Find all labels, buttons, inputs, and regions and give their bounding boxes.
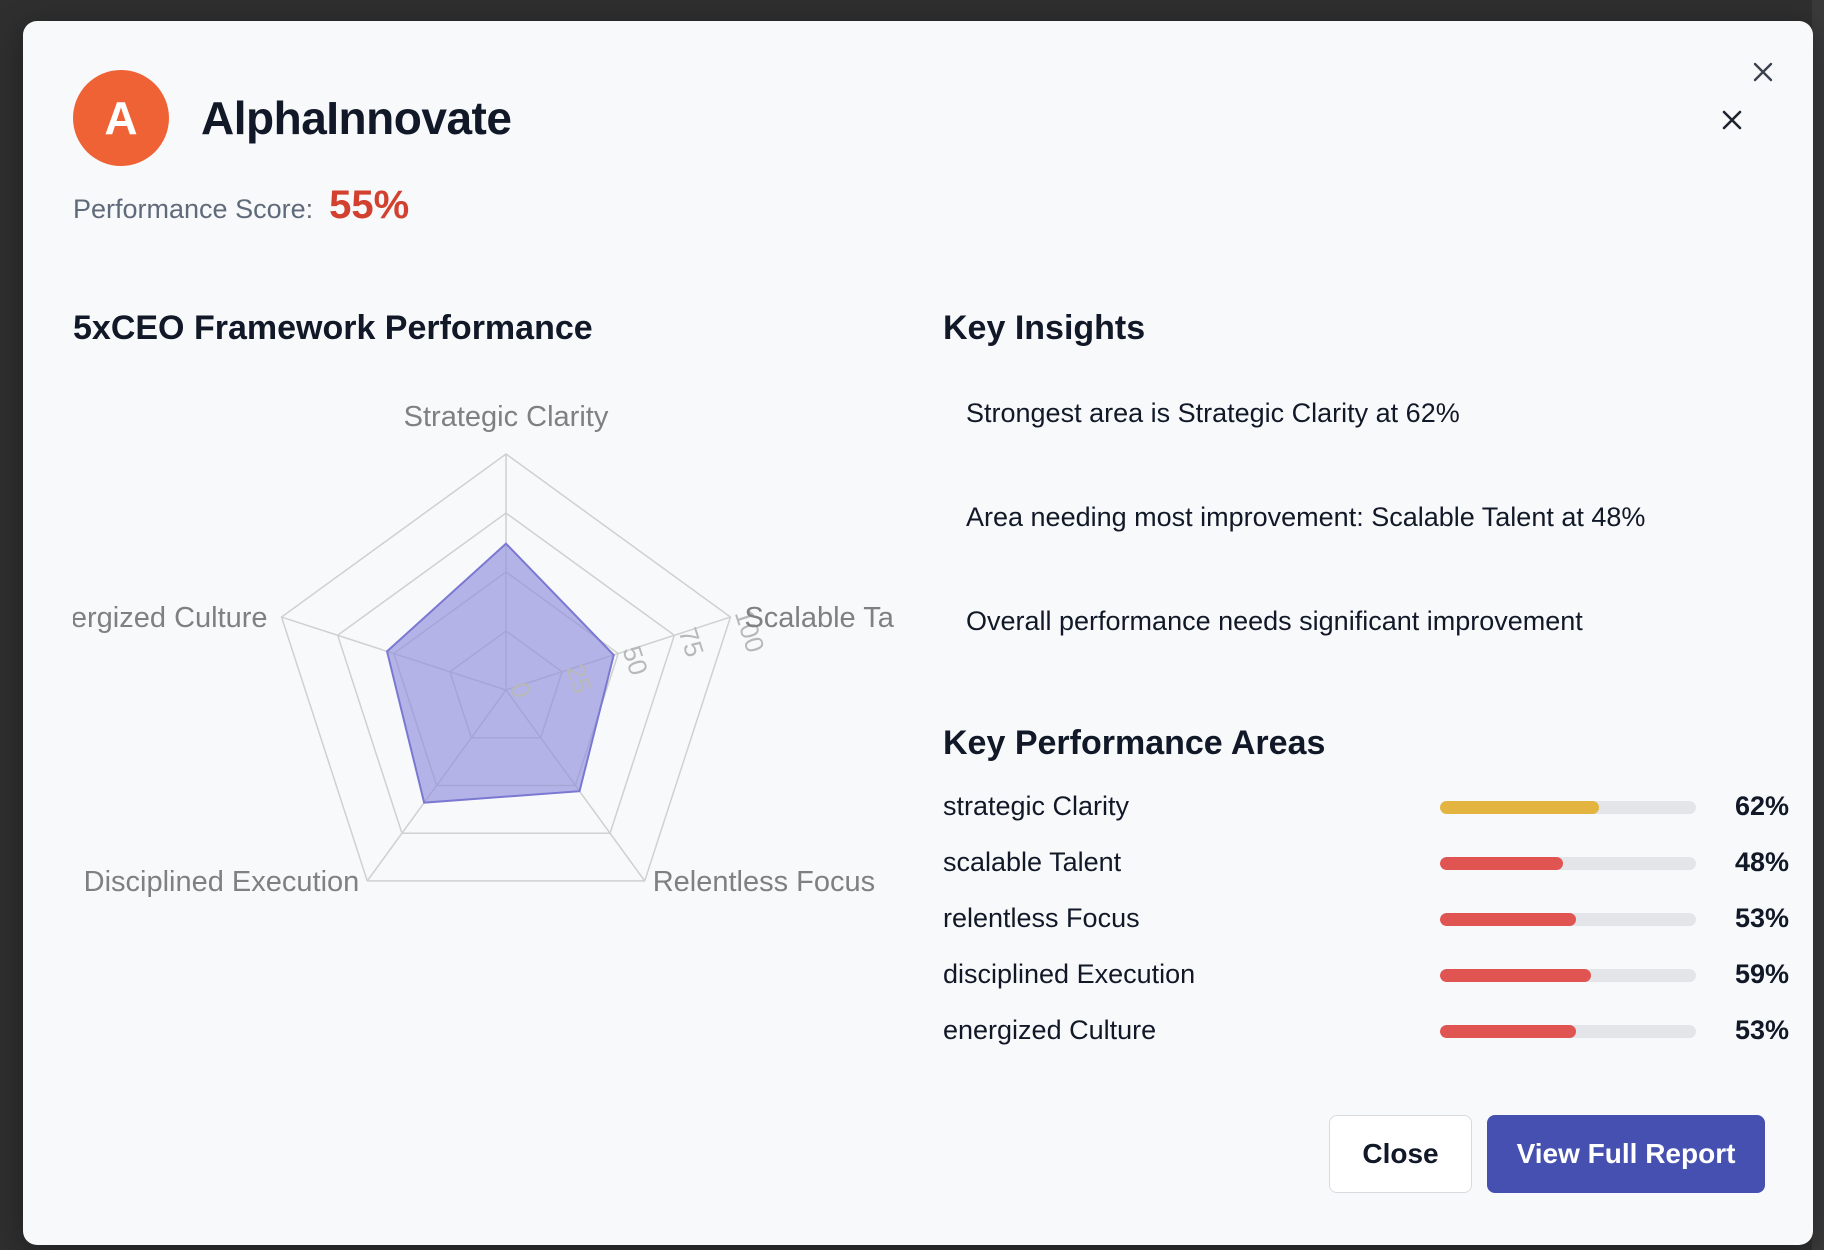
company-detail-modal: A AlphaInnovate Performance Score: 55% 5… — [23, 21, 1813, 1245]
performance-area-row: scalable Talent 48% — [943, 844, 1789, 900]
company-name: AlphaInnovate — [201, 92, 512, 144]
area-progress-track — [1440, 913, 1696, 926]
area-label: relentless Focus — [943, 903, 1140, 933]
performance-score-value: 55% — [329, 183, 410, 227]
radar-axis-label: Energized Culture — [73, 602, 268, 634]
radar-scale-tick: 50 — [617, 642, 654, 679]
performance-area-row: disciplined Execution 59% — [943, 956, 1789, 1012]
area-percent: 53% — [1734, 1015, 1789, 1045]
area-percent: 62% — [1734, 791, 1789, 821]
radar-chart: 0255075100Strategic ClarityScalable Tale… — [73, 381, 895, 921]
radar-axis-label: Scalable Talent — [744, 602, 895, 634]
area-percent: 53% — [1734, 903, 1789, 933]
area-progress-fill — [1440, 857, 1563, 870]
performance-area-row: relentless Focus 53% — [943, 900, 1789, 956]
area-progress-track — [1440, 801, 1696, 814]
area-label: scalable Talent — [943, 847, 1122, 877]
radar-axis-label: Relentless Focus — [653, 866, 875, 898]
radar-axis-label: Strategic Clarity — [404, 401, 609, 433]
area-label: energized Culture — [943, 1015, 1157, 1045]
radar-chart-svg: 0255075100Strategic ClarityScalable Tale… — [73, 401, 895, 898]
close-icon[interactable] — [1714, 102, 1750, 138]
area-progress-track — [1440, 1025, 1696, 1038]
performance-score-label: Performance Score: — [73, 194, 314, 224]
area-label: strategic Clarity — [943, 791, 1130, 821]
close-button[interactable]: Close — [1329, 1115, 1472, 1193]
performance-areas-title: Key Performance Areas — [943, 724, 1326, 762]
insight-item: Strongest area is Strategic Clarity at 6… — [966, 398, 1460, 428]
insight-item: Overall performance needs significant im… — [966, 606, 1583, 636]
performance-areas-list: strategic Clarity 62% scalable Talent 48… — [943, 788, 1789, 1068]
view-full-report-button[interactable]: View Full Report — [1487, 1115, 1765, 1193]
area-percent: 59% — [1734, 959, 1789, 989]
area-percent: 48% — [1734, 847, 1789, 877]
area-progress-track — [1440, 969, 1696, 982]
performance-score: Performance Score: 55% — [73, 183, 409, 228]
insight-item: Area needing most improvement: Scalable … — [966, 502, 1646, 532]
area-progress-fill — [1440, 913, 1576, 926]
framework-title: 5xCEO Framework Performance — [73, 309, 593, 347]
area-progress-fill — [1440, 801, 1599, 814]
radar-axis-label: Disciplined Execution — [84, 866, 360, 898]
performance-area-row: energized Culture 53% — [943, 1012, 1789, 1068]
area-progress-fill — [1440, 1025, 1576, 1038]
performance-area-row: strategic Clarity 62% — [943, 788, 1789, 844]
company-avatar: A — [73, 70, 169, 166]
area-label: disciplined Execution — [943, 959, 1196, 989]
area-progress-fill — [1440, 969, 1592, 982]
modal-close-icon[interactable] — [1745, 54, 1781, 90]
page-backdrop — [1812, 0, 1824, 1250]
insights-title: Key Insights — [943, 309, 1146, 347]
area-progress-track — [1440, 857, 1696, 870]
radar-scale-tick: 75 — [673, 624, 710, 661]
